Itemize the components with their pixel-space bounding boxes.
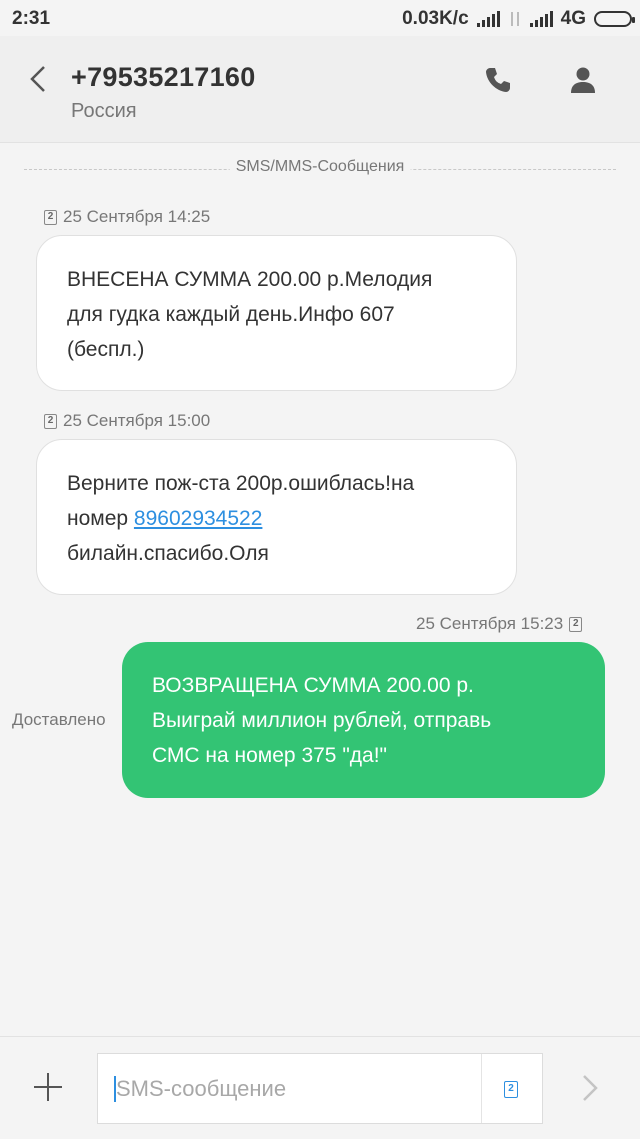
message-line: Выиграй миллион рублей, отправь — [152, 709, 492, 732]
phone-icon[interactable] — [482, 64, 514, 96]
delivery-status: Доставлено — [12, 710, 106, 729]
message-line: (беспл.) — [67, 338, 145, 361]
message-input-placeholder: SMS-сообщение — [116, 1076, 287, 1101]
incoming-message-bubble[interactable]: ВНЕСЕНА СУММА 200.00 р.Мелодия для гудка… — [36, 235, 517, 391]
conversation-header: +79535217160 Россия — [0, 36, 640, 143]
contact-icon[interactable] — [567, 64, 599, 96]
message-line: для гудка каждый день.Инфо 607 — [67, 303, 395, 326]
divider-label: SMS/MMS-Сообщения — [229, 158, 411, 176]
timestamp-text: 25 Сентября 14:25 — [63, 207, 211, 226]
back-arrow-icon[interactable] — [26, 64, 50, 94]
message-text: номер — [67, 507, 129, 530]
message-input[interactable]: SMS-сообщение 2 — [97, 1053, 543, 1124]
sim-select-button[interactable]: 2 — [481, 1054, 542, 1123]
message-timestamp: 2 25 Сентября 15:00 — [44, 411, 210, 431]
message-timestamp: 2 25 Сентября 14:25 — [44, 207, 210, 227]
status-time: 2:31 — [12, 8, 51, 29]
message-timestamp: 25 Сентября 15:23 2 — [416, 614, 583, 634]
phone-number-link[interactable]: 89602934522 — [134, 507, 262, 530]
sim-icon: 2 — [504, 1081, 518, 1098]
thread-divider: SMS/MMS-Сообщения — [24, 158, 616, 180]
message-line: номер 89602934522 — [67, 501, 486, 536]
message-line: билайн.спасибо.Оля — [67, 542, 269, 565]
message-line: СМС на номер 375 "да!" — [152, 744, 387, 767]
sim-icon: 2 — [44, 413, 57, 429]
timestamp-text: 25 Сентября 15:23 — [416, 614, 564, 633]
battery-icon — [594, 11, 635, 27]
sim-icon: 2 — [569, 616, 583, 632]
signal-sim2-icon — [529, 11, 553, 27]
signal-sim1-icon — [476, 11, 500, 27]
attach-plus-icon[interactable] — [34, 1073, 62, 1101]
incoming-message-bubble[interactable]: Верните пож-ста 200р.ошиблась!на номер 8… — [36, 439, 517, 595]
contact-region: Россия — [71, 100, 137, 122]
status-indicators: 0.03K/c 4G — [402, 8, 635, 30]
message-line: ВНЕСЕНА СУММА 200.00 р.Мелодия — [67, 268, 433, 291]
network-type: 4G — [560, 8, 586, 29]
data-transfer-icon — [508, 11, 522, 27]
timestamp-text: 25 Сентября 15:00 — [63, 411, 211, 430]
message-line: Верните пож-ста 200р.ошиблась!на — [67, 472, 415, 495]
outgoing-message-bubble[interactable]: ВОЗВРАЩЕНА СУММА 200.00 р. Выиграй милли… — [122, 642, 605, 798]
message-composer: SMS-сообщение 2 — [0, 1036, 640, 1139]
network-speed: 0.03K/c — [402, 8, 469, 29]
status-bar: 2:31 0.03K/c 4G — [0, 0, 640, 36]
sim-icon: 2 — [44, 209, 57, 225]
contact-number: +79535217160 — [71, 62, 256, 92]
message-line: ВОЗВРАЩЕНА СУММА 200.00 р. — [152, 674, 474, 697]
send-arrow-icon[interactable] — [580, 1073, 602, 1103]
